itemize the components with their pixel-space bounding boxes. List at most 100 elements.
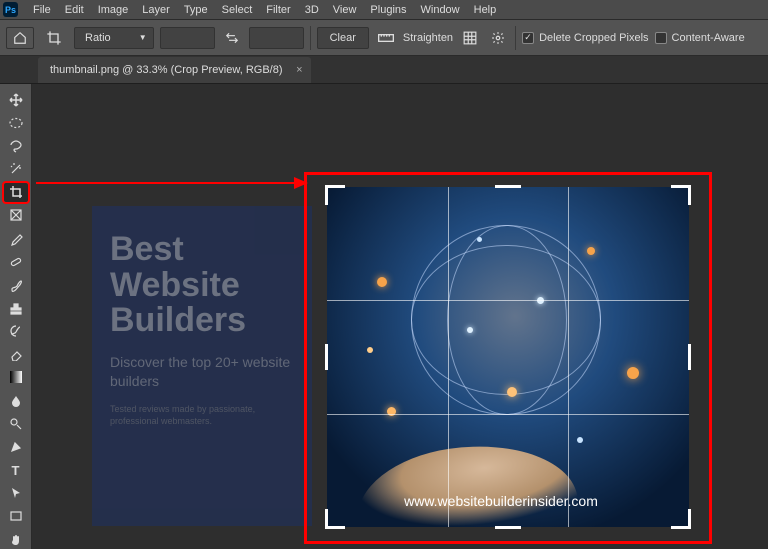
dot: [377, 277, 387, 287]
straighten-icon-button[interactable]: [375, 27, 397, 49]
tool-magic-wand[interactable]: [4, 159, 28, 178]
document-tab-title: thumbnail.png @ 33.3% (Crop Preview, RGB…: [50, 64, 283, 76]
tool-path-select[interactable]: [4, 484, 28, 503]
dot: [627, 367, 639, 379]
crop-handle-top[interactable]: [495, 185, 521, 188]
canvas[interactable]: Best Website Builders Discover the top 2…: [32, 84, 768, 549]
menu-view[interactable]: View: [326, 0, 364, 20]
tool-blur[interactable]: [4, 391, 28, 410]
history-brush-icon: [9, 324, 23, 338]
tool-pen[interactable]: [4, 437, 28, 456]
crop-handle-bottom-right[interactable]: [671, 509, 691, 529]
dot: [587, 247, 595, 255]
home-icon: [13, 31, 27, 45]
tool-crop[interactable]: [4, 183, 28, 202]
arrow-icon: [9, 486, 23, 500]
crop-handle-top-left[interactable]: [325, 185, 345, 205]
crop-height-input[interactable]: [249, 27, 304, 49]
menu-file[interactable]: File: [26, 0, 58, 20]
swap-dimensions-button[interactable]: [221, 27, 243, 49]
tool-dodge[interactable]: [4, 414, 28, 433]
tool-rectangle[interactable]: [4, 507, 28, 526]
hand-graphic: [351, 432, 580, 542]
crop-grid-line: [568, 187, 569, 527]
crop-width-input[interactable]: [160, 27, 215, 49]
clear-label: Clear: [330, 32, 356, 44]
menu-layer[interactable]: Layer: [135, 0, 177, 20]
tool-clone-stamp[interactable]: [4, 298, 28, 317]
dot: [507, 387, 517, 397]
tool-marquee[interactable]: [4, 113, 28, 132]
menu-bar: Ps File Edit Image Layer Type Select Fil…: [0, 0, 768, 20]
menu-type[interactable]: Type: [177, 0, 215, 20]
stamp-icon: [9, 301, 23, 315]
crop-preset-select[interactable]: Ratio ▼: [74, 27, 154, 49]
document-tab[interactable]: thumbnail.png @ 33.3% (Crop Preview, RGB…: [38, 57, 311, 83]
tool-eyedropper[interactable]: [4, 229, 28, 248]
crop-grid-line: [448, 187, 449, 527]
grid-icon: [463, 31, 477, 45]
toolbox: T: [0, 84, 32, 549]
poster-line1: Best: [110, 232, 294, 268]
tool-gradient[interactable]: [4, 368, 28, 387]
brush-icon: [9, 278, 23, 292]
home-button[interactable]: [6, 27, 34, 49]
options-bar: Ratio ▼ Clear Straighten ✓ Delete Croppe…: [0, 20, 768, 56]
dot: [577, 437, 583, 443]
tool-history-brush[interactable]: [4, 322, 28, 341]
clear-button[interactable]: Clear: [317, 27, 369, 49]
tool-spot-heal[interactable]: [4, 252, 28, 271]
tool-frame[interactable]: [4, 206, 28, 225]
dot: [477, 237, 482, 242]
marquee-icon: [9, 116, 23, 130]
crop-handle-left[interactable]: [325, 344, 328, 370]
straighten-label[interactable]: Straighten: [403, 32, 453, 44]
crop-preview-frame[interactable]: www.websitebuilderinsider.com: [327, 187, 689, 527]
checkbox-unchecked-icon: [655, 32, 667, 44]
crop-grid-line: [327, 414, 689, 415]
move-icon: [9, 93, 23, 107]
swap-icon: [225, 31, 239, 45]
tool-lasso[interactable]: [4, 136, 28, 155]
separator: [515, 26, 516, 50]
crop-handle-right[interactable]: [688, 344, 691, 370]
poster-subtitle: Discover the top 20+ website builders: [110, 353, 294, 391]
gear-icon: [491, 31, 505, 45]
menu-image[interactable]: Image: [91, 0, 136, 20]
close-tab-icon[interactable]: ×: [296, 64, 302, 76]
menu-select[interactable]: Select: [215, 0, 260, 20]
menu-help[interactable]: Help: [467, 0, 504, 20]
rectangle-icon: [9, 509, 23, 523]
dodge-icon: [9, 417, 23, 431]
content-aware-checkbox[interactable]: Content-Aware: [655, 32, 745, 44]
grid-overlay-button[interactable]: [459, 27, 481, 49]
crop-handle-bottom[interactable]: [495, 526, 521, 529]
preview-url-text: www.websitebuilderinsider.com: [327, 493, 675, 509]
tool-eraser[interactable]: [4, 345, 28, 364]
crop-options-button[interactable]: [487, 27, 509, 49]
dot: [387, 407, 396, 416]
type-icon: T: [12, 463, 20, 478]
tool-brush[interactable]: [4, 275, 28, 294]
poster-line3: Builders: [110, 303, 294, 339]
crop-handle-bottom-left[interactable]: [325, 509, 345, 529]
tool-hand[interactable]: [4, 530, 28, 549]
drop-icon: [9, 394, 23, 408]
crop-icon: [9, 185, 23, 199]
crop-handle-top-right[interactable]: [671, 185, 691, 205]
dot: [467, 327, 473, 333]
tool-move[interactable]: [4, 90, 28, 109]
app-logo: Ps: [3, 2, 18, 17]
separator: [310, 26, 311, 50]
menu-window[interactable]: Window: [414, 0, 467, 20]
delete-cropped-label: Delete Cropped Pixels: [539, 32, 648, 44]
menu-filter[interactable]: Filter: [259, 0, 297, 20]
pen-icon: [9, 440, 23, 454]
poster-fineprint: Tested reviews made by passionate, profe…: [110, 403, 294, 428]
crop-preset-label: Ratio: [85, 32, 111, 44]
tool-type[interactable]: T: [4, 461, 28, 480]
menu-edit[interactable]: Edit: [58, 0, 91, 20]
delete-cropped-checkbox[interactable]: ✓ Delete Cropped Pixels: [522, 32, 648, 44]
menu-plugins[interactable]: Plugins: [363, 0, 413, 20]
menu-3d[interactable]: 3D: [298, 0, 326, 20]
